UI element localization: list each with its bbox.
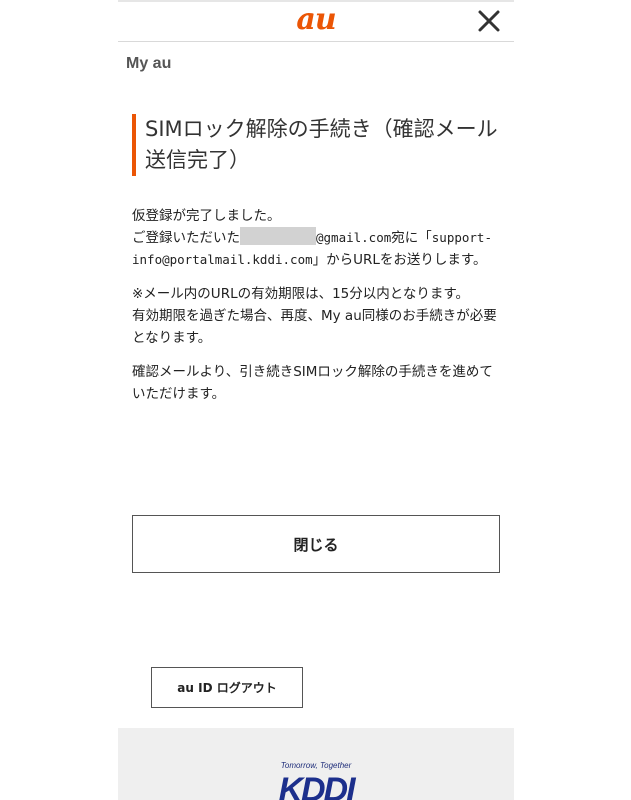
registration-complete-text: 仮登録が完了しました。 bbox=[132, 208, 281, 224]
email-domain: @gmail.com bbox=[316, 230, 392, 245]
page: au My au SIMロック解除の手続き（確認メール送信完了） 仮登録が完了し… bbox=[0, 0, 631, 800]
breadcrumb-my-au[interactable]: My au bbox=[126, 55, 171, 73]
header: au bbox=[118, 0, 514, 42]
message-body: 仮登録が完了しました。 ご登録いただいた @gmail.com宛に「support… bbox=[132, 205, 498, 417]
message-paragraph-1: 仮登録が完了しました。 ご登録いただいた @gmail.com宛に「support… bbox=[132, 205, 498, 271]
kddi-logo: KDDI bbox=[278, 771, 355, 800]
masked-email bbox=[240, 227, 316, 245]
url-sent-text: 」からURLをお送りします。 bbox=[312, 252, 487, 268]
expiry-notice: ※メール内のURLの有効期限は、15分以内となります。 bbox=[132, 286, 470, 302]
addressed-to-text: 宛に「 bbox=[391, 230, 432, 246]
registered-text: ご登録いただいた bbox=[132, 230, 240, 246]
expiry-followup: 有効期限を過ぎた場合、再度、My au同様のお手続きが必要となります。 bbox=[132, 308, 497, 346]
au-logo[interactable]: au bbox=[118, 2, 514, 38]
close-button[interactable]: 閉じる bbox=[132, 515, 500, 573]
page-title: SIMロック解除の手続き（確認メール送信完了） bbox=[145, 117, 498, 172]
footer-tagline: Tomorrow, Together bbox=[280, 761, 352, 770]
message-paragraph-2: ※メール内のURLの有効期限は、15分以内となります。 有効期限を過ぎた場合、再… bbox=[132, 283, 498, 349]
app-screen: au My au SIMロック解除の手続き（確認メール送信完了） 仮登録が完了し… bbox=[118, 0, 514, 800]
close-icon[interactable] bbox=[476, 8, 502, 34]
footer: Tomorrow, Together KDDI bbox=[118, 728, 514, 800]
message-paragraph-3: 確認メールより、引き続きSIMロック解除の手続きを進めていただけます。 bbox=[132, 364, 493, 402]
logout-button[interactable]: au ID ログアウト bbox=[151, 667, 303, 708]
page-title-block: SIMロック解除の手続き（確認メール送信完了） bbox=[132, 114, 498, 176]
